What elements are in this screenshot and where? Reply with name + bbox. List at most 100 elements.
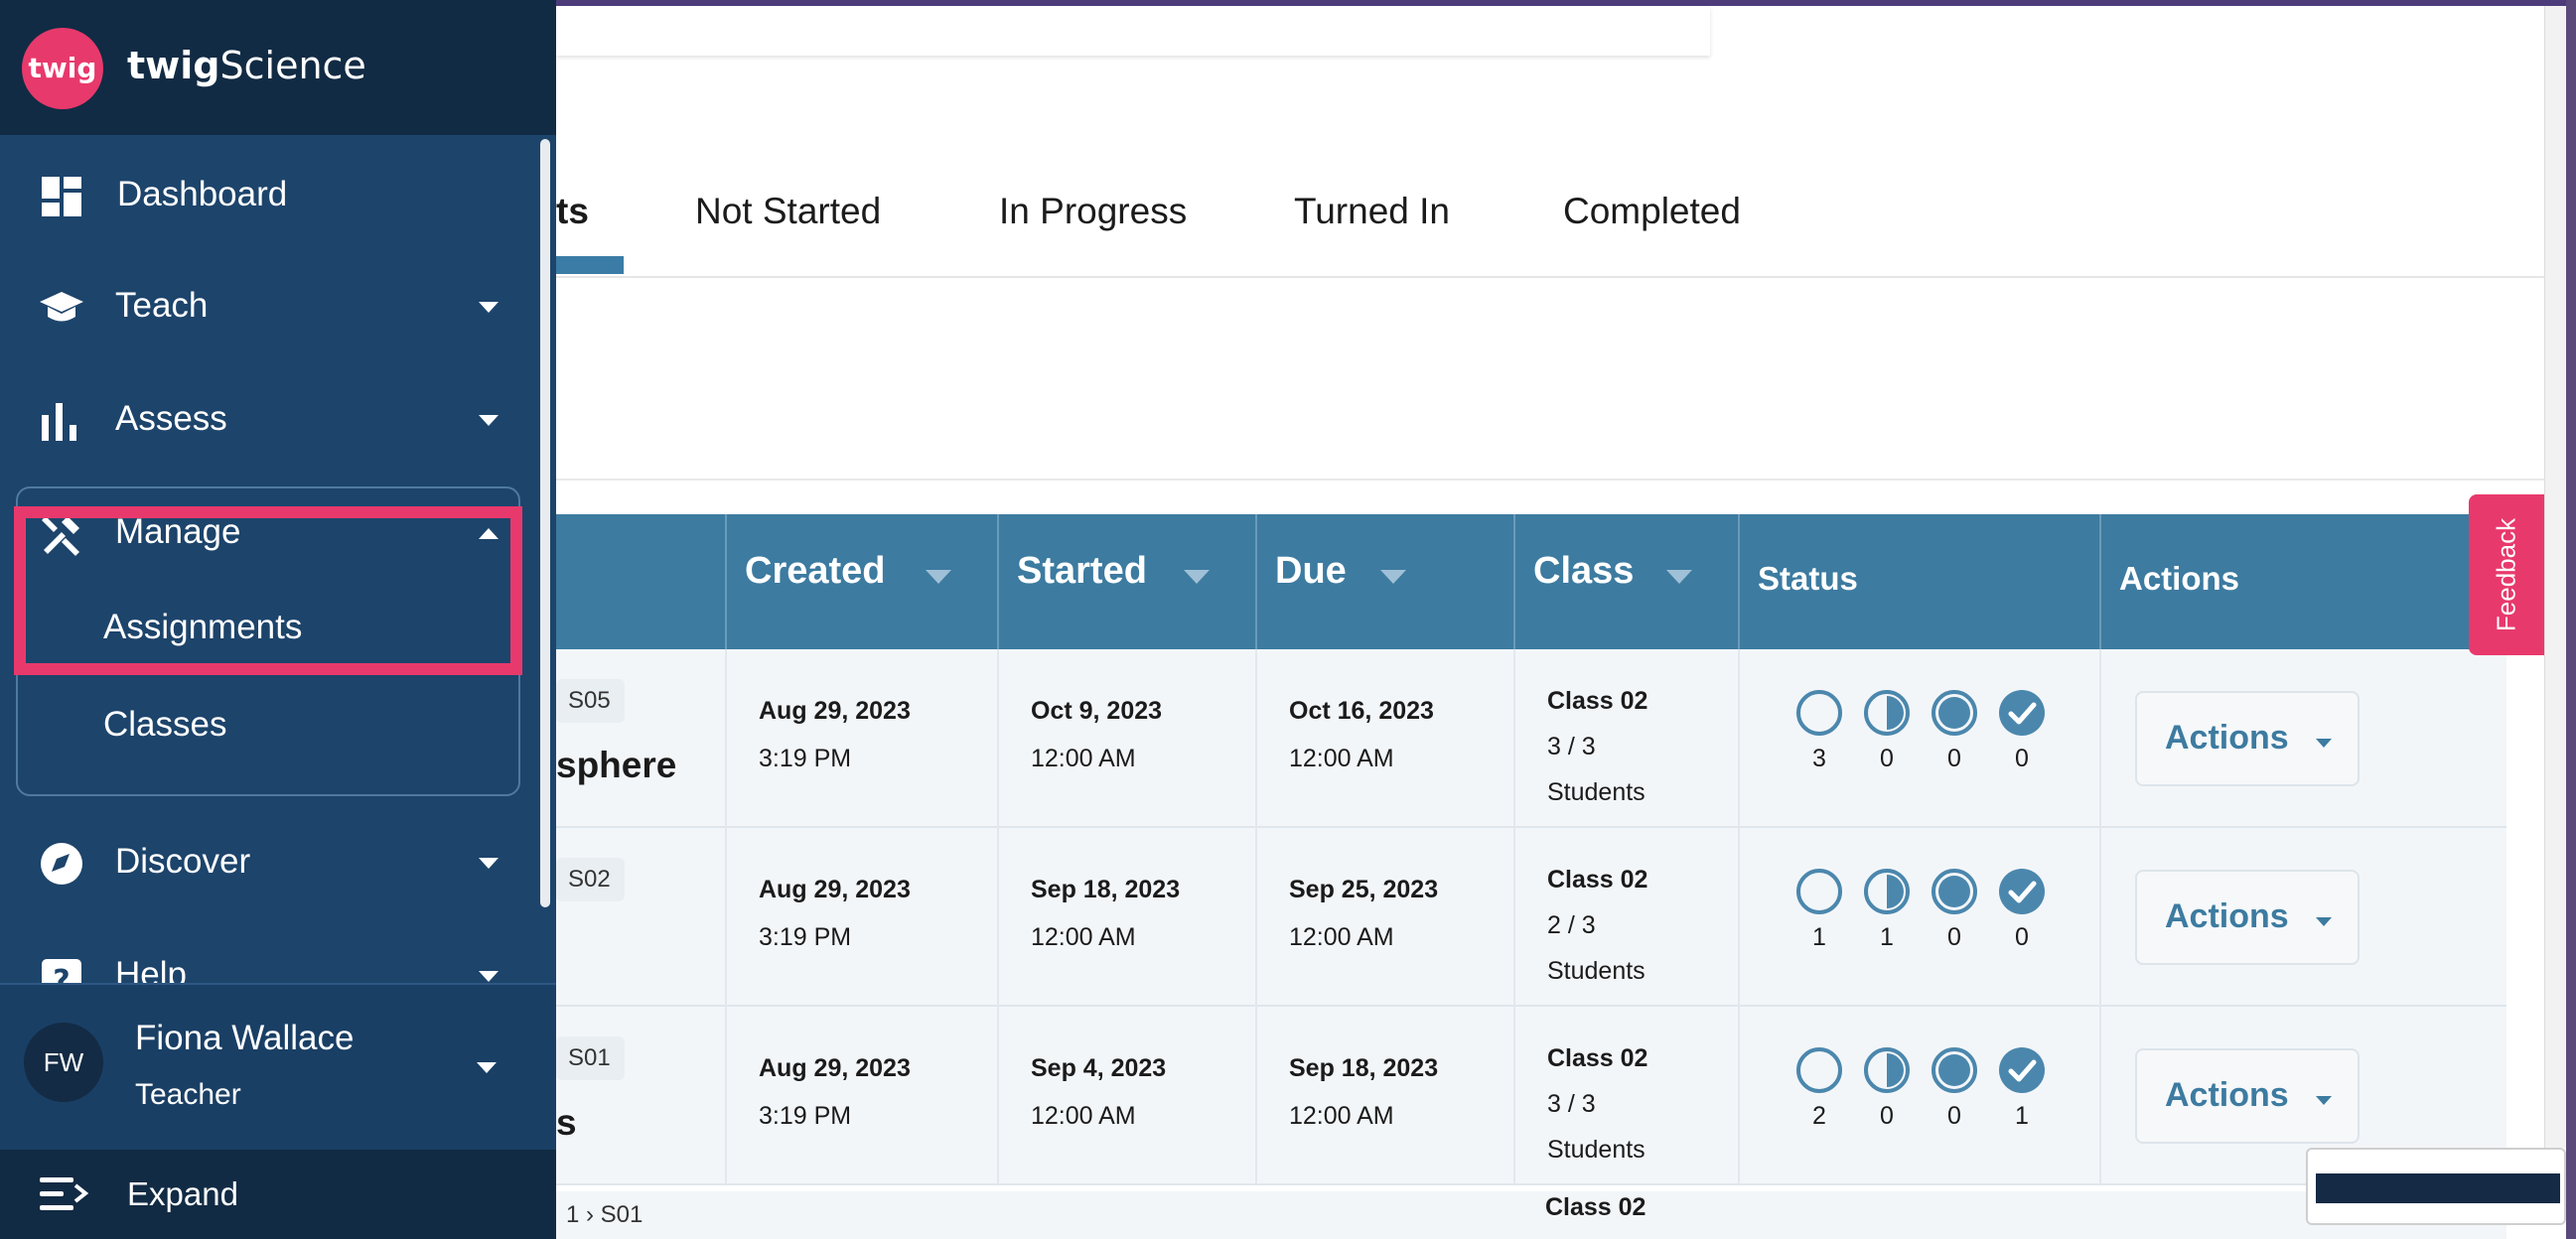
chevron-down-icon bbox=[477, 1062, 497, 1073]
column-started[interactable]: Started bbox=[997, 514, 1255, 649]
sidebar-scrollbar[interactable] bbox=[540, 139, 550, 907]
status-count: 1 bbox=[1812, 923, 1826, 951]
twig-logo: twig bbox=[22, 28, 103, 109]
user-name: Fiona Wallace bbox=[135, 1019, 355, 1057]
chevron-down-icon bbox=[2316, 739, 2332, 748]
tab-turned-in[interactable]: Turned In bbox=[1294, 191, 1450, 232]
table-row[interactable]: S01 s Aug 29, 2023 3:19 PM Sep 4, 2023 1… bbox=[556, 1007, 2506, 1185]
tab-all-assignments[interactable]: ts bbox=[556, 191, 589, 232]
sidebar-item-assess[interactable]: Assess bbox=[0, 375, 536, 465]
search-bar[interactable] bbox=[556, 6, 1710, 56]
sort-caret-icon bbox=[1380, 570, 1406, 584]
assignment-title[interactable]: sphere bbox=[556, 745, 676, 786]
created-cell: Aug 29, 2023 3:19 PM bbox=[725, 649, 997, 828]
status-completed[interactable]: 0 bbox=[1998, 868, 2046, 952]
graduation-cap-icon bbox=[40, 292, 83, 322]
sidebar-item-label: Discover bbox=[115, 842, 251, 881]
sidebar: twig twigScience Dashboard Teach Assess … bbox=[0, 0, 556, 1239]
user-menu[interactable]: FW Fiona Wallace Teacher bbox=[0, 983, 556, 1150]
column-status: Status bbox=[1738, 514, 2099, 649]
started-cell: Oct 9, 2023 12:00 AM bbox=[997, 649, 1255, 828]
column-class-label: Class bbox=[1533, 550, 1635, 592]
status-count: 3 bbox=[1812, 745, 1826, 772]
status-cell: 2 0 0 1 bbox=[1738, 1007, 2099, 1185]
sidebar-item-help[interactable]: ? Help bbox=[0, 935, 536, 983]
user-role: Teacher bbox=[135, 1078, 241, 1111]
status-in-progress[interactable]: 0 bbox=[1863, 1046, 1911, 1131]
created-date: Aug 29, 2023 bbox=[759, 697, 911, 725]
actions-dropdown-button[interactable]: Actions bbox=[2135, 691, 2360, 786]
status-not-started[interactable]: 1 bbox=[1795, 868, 1843, 952]
status-turned-in[interactable]: 0 bbox=[1931, 1046, 1978, 1131]
due-cell: Sep 18, 2023 12:00 AM bbox=[1255, 1007, 1513, 1185]
created-cell: Aug 29, 2023 3:19 PM bbox=[725, 1007, 997, 1185]
started-cell: Sep 18, 2023 12:00 AM bbox=[997, 828, 1255, 1007]
assignment-title[interactable]: s bbox=[556, 1102, 577, 1144]
feedback-tab[interactable]: Feedback bbox=[2469, 494, 2544, 655]
sidebar-subitem-classes[interactable]: Classes bbox=[103, 705, 226, 745]
sidebar-item-discover[interactable]: Discover bbox=[0, 818, 536, 907]
due-time: 12:00 AM bbox=[1289, 923, 1394, 951]
empty-circle-icon bbox=[1796, 690, 1842, 736]
status-in-progress[interactable]: 0 bbox=[1863, 689, 1911, 773]
table-row[interactable]: S02 Aug 29, 2023 3:19 PM Sep 18, 2023 12… bbox=[556, 828, 2506, 1007]
due-date: Oct 16, 2023 bbox=[1289, 697, 1434, 725]
due-date: Sep 25, 2023 bbox=[1289, 876, 1439, 903]
tab-completed[interactable]: Completed bbox=[1563, 191, 1741, 232]
started-time: 12:00 AM bbox=[1031, 1102, 1136, 1130]
feedback-label: Feedback bbox=[2491, 517, 2521, 632]
due-cell: Sep 25, 2023 12:00 AM bbox=[1255, 828, 1513, 1007]
column-created[interactable]: Created bbox=[725, 514, 997, 649]
help-icon: ? bbox=[42, 959, 81, 983]
status-not-started[interactable]: 2 bbox=[1795, 1046, 1843, 1131]
due-cell: Oct 16, 2023 12:00 AM bbox=[1255, 649, 1513, 828]
filter-divider bbox=[556, 479, 2544, 481]
brand-header[interactable]: twig twigScience bbox=[0, 0, 556, 135]
status-count: 1 bbox=[2015, 1102, 2029, 1130]
tab-not-started[interactable]: Not Started bbox=[695, 191, 881, 232]
class-name: Class 02 bbox=[1545, 1193, 1646, 1221]
status-turned-in[interactable]: 0 bbox=[1931, 689, 1978, 773]
expand-sidebar-button[interactable]: Expand bbox=[0, 1150, 556, 1239]
status-cell: 1 1 0 0 bbox=[1738, 828, 2099, 1007]
status-cell: 3 0 0 0 bbox=[1738, 649, 2099, 828]
status-completed[interactable]: 1 bbox=[1998, 1046, 2046, 1131]
tab-in-progress[interactable]: In Progress bbox=[999, 191, 1187, 232]
status-completed[interactable]: 0 bbox=[1998, 689, 2046, 773]
created-time: 3:19 PM bbox=[759, 745, 852, 772]
started-date: Sep 4, 2023 bbox=[1031, 1054, 1167, 1082]
chevron-down-icon bbox=[2316, 917, 2332, 926]
status-in-progress[interactable]: 1 bbox=[1863, 868, 1911, 952]
column-class[interactable]: Class bbox=[1513, 514, 1738, 649]
check-circle-icon bbox=[1999, 1047, 2045, 1093]
column-status-label: Status bbox=[1758, 560, 1858, 597]
sidebar-item-dashboard[interactable]: Dashboard bbox=[0, 151, 536, 240]
status-count: 0 bbox=[1947, 745, 1961, 772]
floating-widget[interactable] bbox=[2306, 1148, 2566, 1225]
actions-cell: Actions bbox=[2099, 828, 2506, 1007]
status-count: 0 bbox=[1880, 1102, 1894, 1130]
unit-code-badge: S01 bbox=[556, 1036, 625, 1080]
status-count: 0 bbox=[2015, 923, 2029, 951]
unit-code-badge: S02 bbox=[556, 858, 625, 901]
status-tabs: ts Not Started In Progress Turned In Com… bbox=[556, 181, 2544, 278]
actions-dropdown-button[interactable]: Actions bbox=[2135, 870, 2360, 965]
sidebar-item-label: Teach bbox=[115, 286, 209, 325]
class-students-label: Students bbox=[1547, 778, 1646, 806]
column-due[interactable]: Due bbox=[1255, 514, 1513, 649]
table-row-partial[interactable]: 1 › S01 Class 02 bbox=[556, 1191, 2506, 1239]
status-turned-in[interactable]: 0 bbox=[1931, 868, 1978, 952]
actions-dropdown-button[interactable]: Actions bbox=[2135, 1048, 2360, 1144]
started-date: Oct 9, 2023 bbox=[1031, 697, 1163, 725]
started-time: 12:00 AM bbox=[1031, 923, 1136, 951]
status-not-started[interactable]: 3 bbox=[1795, 689, 1843, 773]
sidebar-item-teach[interactable]: Teach bbox=[0, 262, 536, 351]
class-cell: Class 02 3 / 3 Students bbox=[1513, 1007, 1738, 1185]
page-scrollbar[interactable] bbox=[2544, 6, 2566, 1148]
brand-name: twigScience bbox=[127, 44, 366, 87]
actions-button-label: Actions bbox=[2165, 1076, 2289, 1114]
table-row[interactable]: S05 sphere Aug 29, 2023 3:19 PM Oct 9, 2… bbox=[556, 649, 2506, 828]
widget-bar bbox=[2316, 1173, 2560, 1203]
sidebar-item-label: Dashboard bbox=[117, 175, 288, 213]
assignments-table: Created Started Due Class Status Actions… bbox=[556, 514, 2506, 1185]
